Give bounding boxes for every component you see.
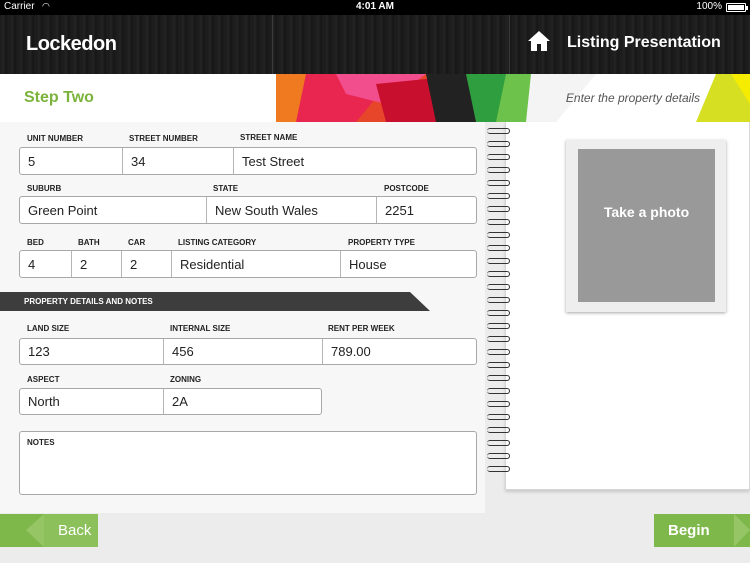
notebook-page: Take a photo [505,122,750,490]
details-row-1: 123 456 789.00 [19,338,477,365]
land-size-label: LAND SIZE [27,324,70,333]
header-divider [509,15,510,74]
spiral-ring [487,280,511,293]
take-photo-button[interactable]: Take a photo [578,149,715,302]
zoning-label: ZONING [170,375,202,384]
spiral-ring [487,384,511,397]
spiral-ring [487,189,511,202]
spiral-ring [487,397,511,410]
app-header: Lockedon Listing Presentation [0,15,750,74]
photo-frame: Take a photo [566,140,726,312]
zoning-field[interactable]: 2A [163,389,321,414]
status-bar: Carrier ◠ 4:01 AM 100% [0,0,750,15]
spiral-ring [487,267,511,280]
bottom-bar: Back Begin [0,513,750,563]
street-name-label: STREET NAME [240,133,298,142]
notebook-panel: Take a photo [485,122,750,513]
step-hint: Enter the property details [565,91,700,105]
spiral-ring [487,410,511,423]
spiral-ring [487,150,511,163]
car-field[interactable]: 2 [121,251,171,277]
spiral-ring [487,137,511,150]
unit-number-label: UNIT NUMBER [27,134,83,143]
bed-field[interactable]: 4 [20,251,71,277]
spiral-ring [487,345,511,358]
battery-icon [726,3,748,12]
state-field[interactable]: New South Wales [206,197,376,223]
notes-label: NOTES [27,438,55,447]
status-time: 4:01 AM [356,1,394,12]
battery-fill [728,5,744,10]
property-form: UNIT NUMBER STREET NUMBER STREET NAME 5 … [0,122,485,513]
section-title: PROPERTY DETAILS AND NOTES [24,297,153,306]
begin-button[interactable]: Begin [654,514,750,547]
street-number-field[interactable]: 34 [122,148,233,174]
section-header-details: PROPERTY DETAILS AND NOTES [0,292,430,311]
back-button[interactable]: Back [0,514,98,547]
spiral-ring [487,319,511,332]
app-logo: Lockedon [26,33,117,55]
aspect-field[interactable]: North [20,389,163,414]
spiral-ring [487,254,511,267]
address-row-2: Green Point New South Wales 2251 [19,196,477,224]
notes-textarea[interactable]: NOTES [19,431,477,495]
internal-size-field[interactable]: 456 [163,339,322,364]
spiral-ring [487,306,511,319]
header-divider [272,15,273,74]
postcode-field[interactable]: 2251 [376,197,476,223]
step-banner: Step Two Enter the property details [0,74,750,122]
suburb-label: SUBURB [27,184,62,193]
internal-size-label: INTERNAL SIZE [170,324,231,333]
postcode-label: POSTCODE [384,184,429,193]
spiral-ring [487,423,511,436]
property-type-label: PROPERTY TYPE [348,238,415,247]
spiral-ring [487,436,511,449]
step-title: Step Two [24,89,94,106]
spiral-ring [487,228,511,241]
land-size-field[interactable]: 123 [20,339,163,364]
battery-percent: 100% [696,1,722,12]
spiral-ring [487,293,511,306]
spiral-ring [487,449,511,462]
car-label: CAR [128,238,146,247]
property-type-select[interactable]: House [340,251,476,277]
spiral-ring [487,332,511,345]
back-button-label: Back [58,522,92,539]
address-row-1: 5 34 Test Street [19,147,477,175]
details-row-2: North 2A [19,388,322,415]
back-arrow-icon [26,514,44,547]
street-number-label: STREET NUMBER [129,134,198,143]
suburb-field[interactable]: Green Point [20,197,206,223]
rent-per-week-field[interactable]: 789.00 [322,339,476,364]
page-title: Listing Presentation [567,34,721,51]
spiral-ring [487,241,511,254]
begin-button-label: Begin [668,522,710,539]
aspect-label: ASPECT [27,375,60,384]
spiral-ring [487,202,511,215]
unit-number-field[interactable]: 5 [20,148,122,174]
bath-field[interactable]: 2 [71,251,121,277]
street-name-field[interactable]: Test Street [233,148,476,174]
state-label: STATE [213,184,239,193]
spiral-ring [487,163,511,176]
spiral-ring [487,124,511,137]
listing-category-select[interactable]: Residential [171,251,340,277]
bed-label: BED [27,238,44,247]
spiral-ring [487,176,511,189]
forward-arrow-icon [734,514,750,547]
features-row: 4 2 2 Residential House [19,250,477,278]
home-icon[interactable] [527,30,551,52]
spiral-ring [487,371,511,384]
bath-label: BATH [78,238,100,247]
take-photo-label: Take a photo [603,204,690,220]
spiral-ring [487,358,511,371]
spiral-ring [487,462,511,475]
listing-category-label: LISTING CATEGORY [178,238,257,247]
rent-per-week-label: RENT PER WEEK [328,324,395,333]
spiral-ring [487,215,511,228]
spiral-binding [487,124,511,475]
